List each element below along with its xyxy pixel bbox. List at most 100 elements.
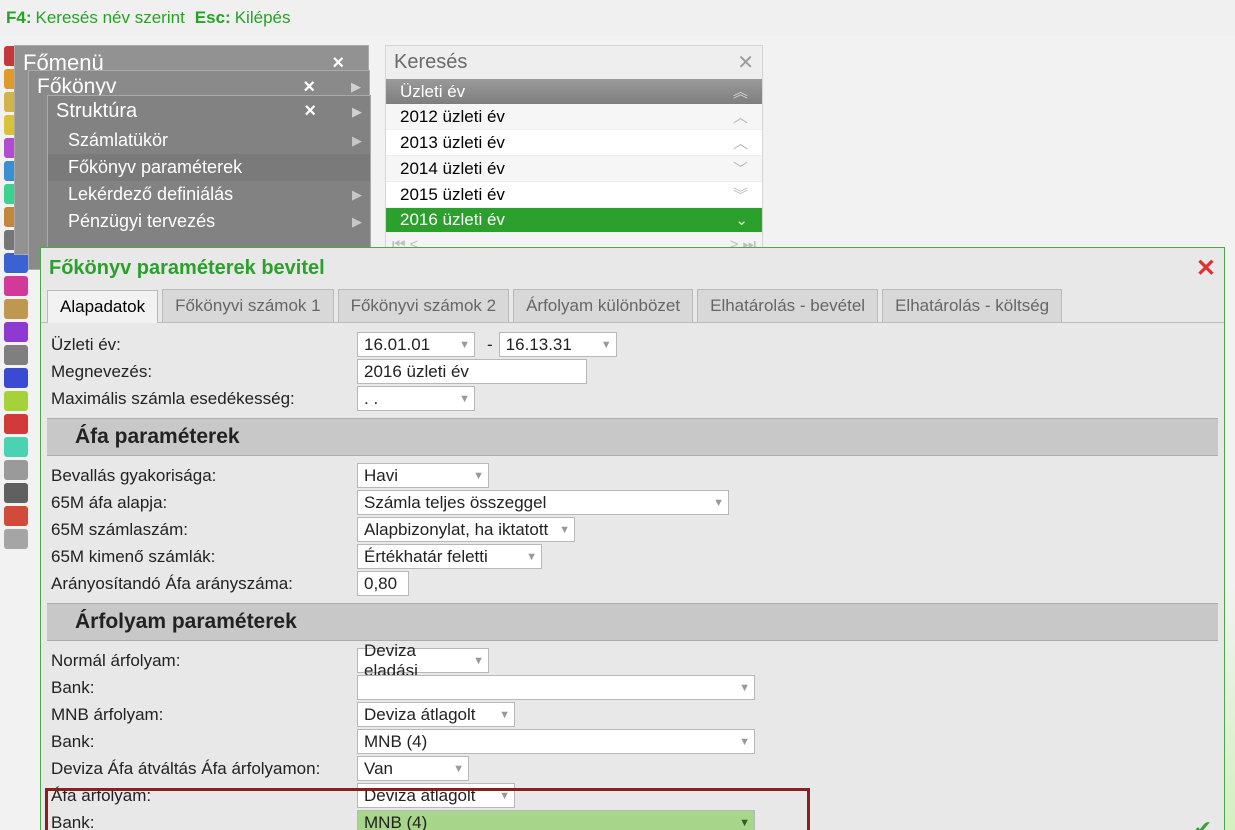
bevallas-select[interactable]: Havi▼ — [357, 463, 489, 488]
search-row-label: 2014 üzleti év — [400, 159, 505, 179]
tab-1[interactable]: Főkönyvi számok 1 — [162, 289, 334, 322]
sidebar-icon-15[interactable] — [4, 391, 28, 411]
sidebar-icon-16[interactable] — [4, 414, 28, 434]
tab-row: AlapadatokFőkönyvi számok 1Főkönyvi szám… — [41, 289, 1224, 323]
caret-icon: ▼ — [739, 736, 750, 748]
search-row-0[interactable]: 2012 üzleti év ︿ — [386, 104, 762, 130]
sidebar-icon-14[interactable] — [4, 368, 28, 388]
struktura-item-2[interactable]: Lekérdező definiálás▶ — [48, 181, 370, 208]
alap-select[interactable]: Számla teljes összeggel▼ — [357, 490, 729, 515]
chevron-right-icon: ▶ — [352, 214, 370, 230]
uzleti-ev-from[interactable]: 16.01.01▼ — [357, 332, 475, 357]
sidebar-icon-20[interactable] — [4, 506, 28, 526]
search-row-label: 2012 üzleti év — [400, 107, 505, 127]
caret-icon: ▼ — [459, 339, 470, 351]
max-input[interactable]: . .▼ — [357, 386, 475, 411]
struktura-item-label: Pénzügyi tervezés — [68, 211, 215, 232]
caret-icon: ▼ — [459, 393, 470, 405]
szamlaszam-select[interactable]: Alapbizonylat, ha iktatott▼ — [357, 517, 575, 542]
normal-arf-label: Normál árfolyam: — [47, 651, 357, 671]
search-row-label: 2016 üzleti év — [400, 210, 505, 230]
search-row-2[interactable]: 2014 üzleti év ﹀ — [386, 156, 762, 182]
sidebar-icon-17[interactable] — [4, 437, 28, 457]
sidebar-icon-19[interactable] — [4, 483, 28, 503]
bank3-select[interactable]: MNB (4)▼ — [357, 810, 755, 830]
struktura-item-label: Főkönyv paraméterek — [68, 157, 242, 178]
caret-icon: ▼ — [499, 709, 510, 721]
tab-5[interactable]: Elhatárolás - költség — [882, 289, 1062, 322]
scroll-nav-icon[interactable]: ⌄ — [729, 211, 748, 229]
caret-icon: ▼ — [526, 551, 537, 563]
caret-icon: ▼ — [453, 763, 464, 775]
scroll-nav-icon[interactable]: ︿ — [727, 106, 748, 127]
struktura-item-label: Számlatükör — [68, 130, 168, 151]
scroll-top-icon[interactable]: ︽ — [727, 81, 748, 102]
search-header: Keresés ✕ — [386, 46, 762, 79]
tab-0[interactable]: Alapadatok — [47, 290, 158, 323]
caret-icon: ▼ — [601, 339, 612, 351]
tab-4[interactable]: Elhatárolás - bevétel — [697, 289, 878, 322]
bevallas-label: Bevallás gyakorisága: — [47, 466, 357, 486]
sidebar-icon-13[interactable] — [4, 345, 28, 365]
bank2-label: Bank: — [47, 732, 357, 752]
caret-icon: ▼ — [739, 682, 750, 694]
scroll-nav-icon[interactable]: ︾ — [727, 184, 748, 205]
sidebar-icon-21[interactable] — [4, 529, 28, 549]
search-subheader[interactable]: Üzleti év ︽ — [386, 79, 762, 104]
shortcut-esc-label: Kilépés — [235, 8, 291, 28]
shortcut-esc-key: Esc: — [195, 8, 231, 28]
search-row-1[interactable]: 2013 üzleti év ︿ — [386, 130, 762, 156]
megnevezes-input[interactable]: 2016 üzleti év — [357, 359, 587, 384]
struktura-close-icon[interactable]: × — [304, 100, 316, 123]
struktura-submenu-icon: ▶ — [352, 104, 362, 120]
search-row-3[interactable]: 2015 üzleti év︾ — [386, 182, 762, 208]
fokonyv-submenu-icon: ▶ — [351, 79, 361, 95]
arany-label: Arányosítandó Áfa arányszáma: — [47, 574, 357, 594]
megnevezes-label: Megnevezés: — [47, 362, 357, 382]
afa-arf-select[interactable]: Deviza átlagolt▼ — [357, 783, 515, 808]
search-panel: Keresés ✕ Üzleti év ︽ 2012 üzleti év︿201… — [385, 45, 763, 257]
form-close-icon[interactable]: ✕ — [1196, 254, 1216, 283]
kimeno-select[interactable]: Értékhatár feletti▼ — [357, 544, 542, 569]
struktura-item-1[interactable]: Főkönyv paraméterek — [48, 154, 370, 181]
search-row-label: 2013 üzleti év — [400, 133, 505, 153]
caret-icon: ▼ — [713, 497, 724, 509]
bank1-label: Bank: — [47, 678, 357, 698]
max-label: Maximális számla esedékesség: — [47, 389, 357, 409]
alap-label: 65M áfa alapja: — [47, 493, 357, 513]
struktura-header: Struktúra × ▶ — [48, 96, 370, 127]
sidebar-icon-11[interactable] — [4, 299, 28, 319]
szamlaszam-label: 65M számlaszám: — [47, 520, 357, 540]
kimeno-label: 65M kimenő számlák: — [47, 547, 357, 567]
sidebar-icon-9[interactable] — [4, 253, 28, 273]
struktura-item-3[interactable]: Pénzügyi tervezés ▶ — [48, 208, 370, 235]
uzleti-ev-to[interactable]: 16.13.31▼ — [499, 332, 617, 357]
arany-input[interactable]: 0,80 — [357, 571, 409, 596]
struktura-item-0[interactable]: Számlatükör▶ — [48, 127, 370, 154]
struktura-panel: Struktúra × ▶ Számlatükör▶Főkönyv paramé… — [47, 95, 371, 255]
bank1-select[interactable]: ▼ — [357, 675, 755, 700]
search-row-4[interactable]: 2016 üzleti év ⌄ — [386, 208, 762, 233]
sidebar-icon-10[interactable] — [4, 276, 28, 296]
arf-section-header: Árfolyam paraméterek — [47, 603, 1218, 641]
uzleti-ev-label: Üzleti év: — [47, 335, 357, 355]
caret-icon: ▼ — [473, 470, 484, 482]
shortcut-bar: F4: Keresés név szerint Esc: Kilépés — [0, 0, 1235, 36]
mnb-arf-select[interactable]: Deviza átlagolt▼ — [357, 702, 515, 727]
apply-checkmark-icon[interactable]: ✔ — [1194, 816, 1212, 830]
form-title-bar: Főkönyv paraméterek bevitel ✕ — [41, 248, 1224, 289]
search-close-icon[interactable]: ✕ — [737, 50, 754, 75]
search-title: Keresés — [394, 51, 467, 74]
sidebar-icon-12[interactable] — [4, 322, 28, 342]
form-body: Üzleti év: 16.01.01▼ - 16.13.31▼ Megneve… — [41, 323, 1224, 830]
deviza-afa-select[interactable]: Van▼ — [357, 756, 469, 781]
normal-arf-select[interactable]: Deviza eladási▼ — [357, 648, 489, 673]
scroll-nav-icon[interactable]: ︿ — [727, 132, 748, 153]
tab-2[interactable]: Főkönyvi számok 2 — [338, 289, 510, 322]
scroll-nav-icon[interactable]: ﹀ — [727, 158, 748, 179]
sidebar-icon-18[interactable] — [4, 460, 28, 480]
tab-3[interactable]: Árfolyam különbözet — [513, 289, 693, 322]
caret-icon: ▼ — [559, 524, 570, 536]
bank2-select[interactable]: MNB (4)▼ — [357, 729, 755, 754]
bank3-label: Bank: — [47, 813, 357, 830]
